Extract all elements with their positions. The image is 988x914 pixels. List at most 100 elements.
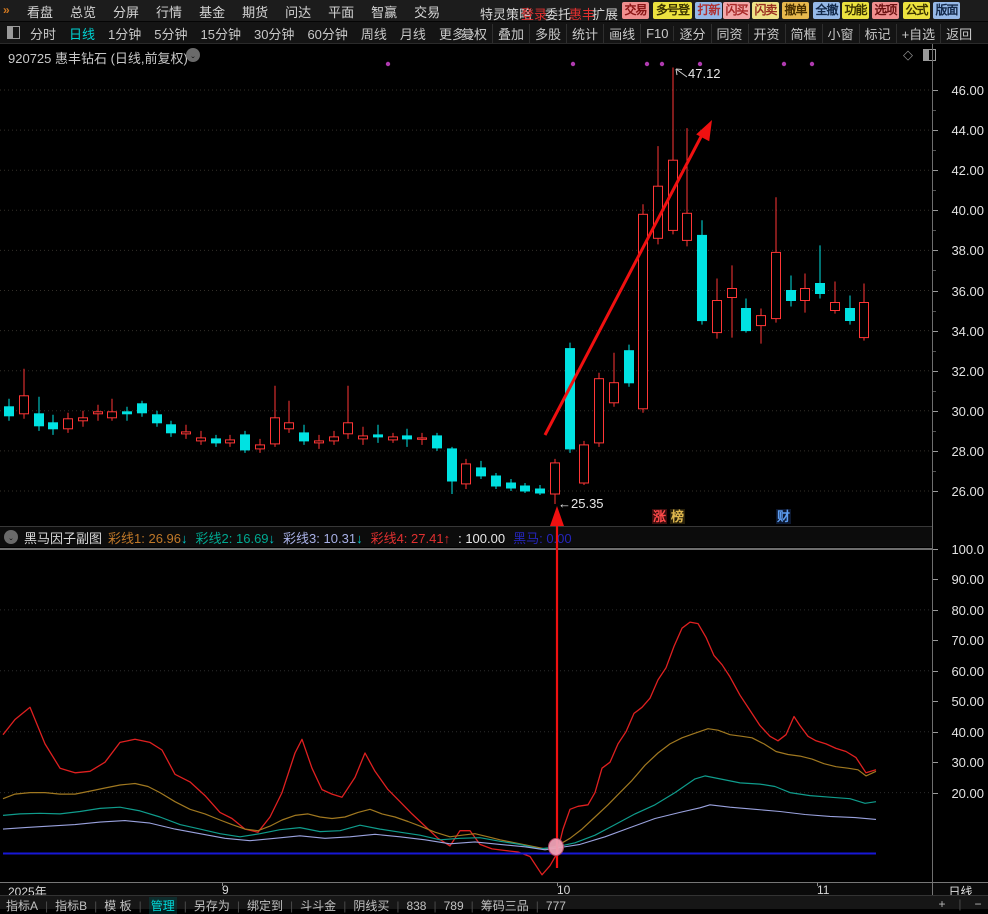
quick-button-2[interactable]: 打新 [695,2,722,19]
price-tick-label: 26.00 [951,484,984,499]
menu-expand-icon[interactable]: » [3,3,10,17]
main-candlestick-chart[interactable] [0,66,932,527]
period-tab-7[interactable]: 周线 [361,24,387,43]
status-item-11[interactable]: 777 [546,899,566,913]
quick-button-4[interactable]: 闪卖 [752,2,779,19]
period-tab-3[interactable]: 5分钟 [154,24,187,43]
main-menu: 看盘总览分屏行情基金期货问达平面智赢交易 [27,0,440,22]
toolbar-action-1[interactable]: 叠加 [493,24,530,43]
menu-item-2[interactable]: 分屏 [113,2,139,21]
status-item-0[interactable]: 指标A [6,897,38,914]
indicator-line-彩线2 [3,776,876,849]
quick-button-8[interactable]: 选项 [872,2,899,19]
period-tab-4[interactable]: 15分钟 [201,24,241,43]
menu-bar: » 看盘总览分屏行情基金期货问达平面智赢交易 特灵策略登录委托惠丰扩展 交易多号… [0,0,988,22]
toolbar-action-0[interactable]: 复权 [456,24,493,43]
price-tick-label: 34.00 [951,324,984,339]
status-item-4[interactable]: 另存为 [194,897,230,914]
price-tick-label: 46.00 [951,83,984,98]
menu-item-3[interactable]: 行情 [156,2,182,21]
menu-item-0[interactable]: 看盘 [27,2,53,21]
panel-icon[interactable] [923,49,936,61]
toolbar-action-4[interactable]: 画线 [604,24,641,43]
status-item-6[interactable]: 斗斗金 [300,897,336,914]
menu-item-9[interactable]: 交易 [414,2,440,21]
status-items: 指标A|指标B|模 板|管理|另存为|绑定到|斗斗金|阴线买|838|789|筹… [6,897,566,914]
price-tick-label: 32.00 [951,364,984,379]
period-tab-2[interactable]: 1分钟 [108,24,141,43]
menu-item-7[interactable]: 平面 [328,2,354,21]
toolbar-action-8[interactable]: 开资 [749,24,786,43]
price-tick-label: 36.00 [951,284,984,299]
indicator-line-彩线1 [3,729,876,849]
period-toolbar: 分时日线1分钟5分钟15分钟30分钟60分钟周线月线更多 〉 复权叠加多股统计画… [0,22,988,44]
price-tick-label: 38.00 [951,243,984,258]
indicator-tick-label: 20.00 [951,786,984,801]
price-tick-label: 44.00 [951,123,984,138]
menu-item-1[interactable]: 总览 [70,2,96,21]
period-tab-8[interactable]: 月线 [400,24,426,43]
toolbar-action-5[interactable]: F10 [641,26,674,41]
toolbar-action-2[interactable]: 多股 [530,24,567,43]
indicator-header: ˬ 黑马因子副图 彩线1: 26.96↓彩线2: 16.69↓彩线3: 10.3… [0,527,932,547]
window-split-icon[interactable] [7,26,20,39]
collapse-indicator-icon[interactable]: ˬ [4,530,18,544]
toolbar-action-11[interactable]: 标记 [860,24,897,43]
status-item-1[interactable]: 指标B [55,897,87,914]
status-item-9[interactable]: 789 [444,899,464,913]
toolbar-action-10[interactable]: 小窗 [823,24,860,43]
menu-overlay-item-4[interactable]: 扩展 [592,4,618,23]
status-item-8[interactable]: 838 [406,899,426,913]
indicator-tick-label: 60.00 [951,664,984,679]
indicator-tick-label: 50.00 [951,694,984,709]
status-item-5[interactable]: 绑定到 [247,897,283,914]
status-item-3[interactable]: 管理 [149,897,177,914]
indicator-tick-label: 100.0 [951,542,984,557]
page-title: 920725 惠丰钻石 (日线,前复权) [8,48,188,67]
menu-item-6[interactable]: 问达 [285,2,311,21]
quick-button-3[interactable]: 闪买 [723,2,750,19]
toolbar-action-12[interactable]: +自选 [897,24,942,43]
badge-榜: 榜 [670,509,685,524]
status-item-10[interactable]: 筹码三品 [481,897,529,914]
indicator-line-彩线3 [3,805,876,850]
period-tab-1[interactable]: 日线 [69,24,95,43]
toolbar-action-3[interactable]: 统计 [567,24,604,43]
price-tick-label: 30.00 [951,404,984,419]
status-item-7[interactable]: 阴线买 [353,897,389,914]
indicator-value-3: 彩线4: 27.41↑ [371,531,451,546]
toolbar-action-7[interactable]: 同资 [712,24,749,43]
price-tick-label: 42.00 [951,163,984,178]
high-price-annotation: 47.12 [688,66,721,81]
quick-button-0[interactable]: 交易 [622,2,649,19]
toolbar-action-13[interactable]: 返回 [941,24,977,43]
indicator-chart[interactable] [0,547,932,882]
indicator-line-彩线4 [3,622,876,875]
price-tick-label: 28.00 [951,444,984,459]
toolbar-action-6[interactable]: 逐分 [674,24,711,43]
indicator-value-0: 彩线1: 26.96↓ [108,531,188,546]
quick-button-5[interactable]: 撤单 [782,2,809,19]
indicator-value-2: 彩线3: 10.31↓ [283,531,363,546]
status-bar: 指标A|指标B|模 板|管理|另存为|绑定到|斗斗金|阴线买|838|789|筹… [0,895,988,909]
status-item-2[interactable]: 模 板 [104,897,131,914]
toolbar-action-9[interactable]: 简框 [786,24,823,43]
period-tab-6[interactable]: 60分钟 [307,24,347,43]
indicator-name[interactable]: 黑马因子副图 [24,528,102,547]
quick-button-9[interactable]: 公式 [903,2,930,19]
indicator-tick-label: 80.00 [951,603,984,618]
period-tab-0[interactable]: 分时 [30,24,56,43]
diamond-icon[interactable]: ◇ [903,47,913,63]
collapse-chart-icon[interactable]: ˬ [186,48,200,62]
quick-button-6[interactable]: 全撤 [813,2,840,19]
quick-button-10[interactable]: 版面 [933,2,960,19]
menu-overlay-item-1[interactable]: 登录 [521,4,547,23]
menu-item-8[interactable]: 智赢 [371,2,397,21]
menu-overlay-item-2[interactable]: 委托 [545,4,571,23]
time-axis: 2025年 日线 91011 [0,882,988,895]
quick-button-1[interactable]: 多号登 [653,2,692,19]
quick-button-7[interactable]: 功能 [842,2,869,19]
menu-item-4[interactable]: 基金 [199,2,225,21]
menu-item-5[interactable]: 期货 [242,2,268,21]
period-tab-5[interactable]: 30分钟 [254,24,294,43]
